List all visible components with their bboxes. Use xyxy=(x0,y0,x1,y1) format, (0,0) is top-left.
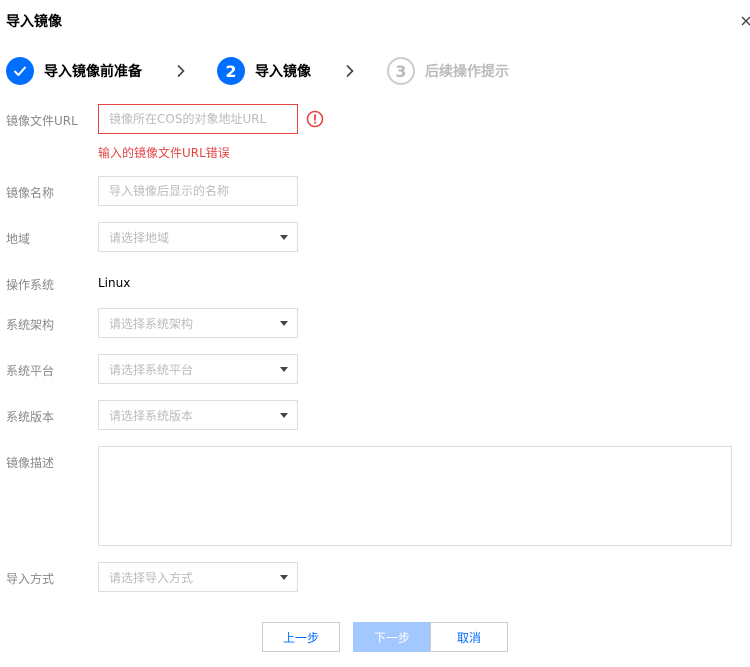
version-select[interactable]: 请选择系统版本 xyxy=(98,400,298,430)
platform-select-placeholder: 请选择系统平台 xyxy=(109,362,194,377)
description-label: 镜像描述 xyxy=(6,456,55,470)
caret-down-icon xyxy=(280,413,288,418)
os-value: Linux xyxy=(98,276,131,290)
image-url-input[interactable] xyxy=(99,105,297,133)
platform-label: 系统平台 xyxy=(6,364,55,378)
caret-down-icon xyxy=(280,235,288,240)
import-method-select-placeholder: 请选择导入方式 xyxy=(109,570,194,585)
chevron-right-icon xyxy=(346,64,354,78)
step-3-number: 3 xyxy=(387,57,415,85)
region-label: 地域 xyxy=(6,232,31,246)
os-label: 操作系统 xyxy=(6,278,55,292)
caret-down-icon xyxy=(280,321,288,326)
version-label: 系统版本 xyxy=(6,410,55,424)
arch-label: 系统架构 xyxy=(6,318,55,332)
step-2-label: 导入镜像 xyxy=(255,64,311,80)
next-step-button[interactable]: 下一步 xyxy=(353,622,431,652)
import-method-select[interactable]: 请选择导入方式 xyxy=(98,562,298,592)
step-3-label: 后续操作提示 xyxy=(425,64,509,80)
region-select[interactable]: 请选择地域 xyxy=(98,222,298,252)
caret-down-icon xyxy=(280,367,288,372)
step-2: 2 导入镜像 xyxy=(217,56,311,86)
image-name-field xyxy=(98,176,298,206)
check-icon xyxy=(6,57,34,85)
platform-select[interactable]: 请选择系统平台 xyxy=(98,354,298,384)
import-method-label: 导入方式 xyxy=(6,572,55,586)
image-name-label: 镜像名称 xyxy=(6,186,55,200)
chevron-right-icon xyxy=(177,64,185,78)
step-3: 3 后续操作提示 xyxy=(387,56,509,86)
image-url-field xyxy=(98,104,298,134)
step-1: 导入镜像前准备 xyxy=(6,56,142,86)
step-1-label: 导入镜像前准备 xyxy=(44,64,142,80)
step-indicator: 导入镜像前准备 2 导入镜像 3 后续操作提示 xyxy=(6,56,746,86)
image-url-label: 镜像文件URL xyxy=(6,114,78,128)
arch-select[interactable]: 请选择系统架构 xyxy=(98,308,298,338)
exclamation-circle-icon xyxy=(306,110,324,128)
image-url-error-message: 输入的镜像文件URL错误 xyxy=(98,146,230,160)
region-select-placeholder: 请选择地域 xyxy=(109,230,170,245)
caret-down-icon xyxy=(280,575,288,580)
version-select-placeholder: 请选择系统版本 xyxy=(109,408,194,423)
description-textarea[interactable] xyxy=(98,446,732,546)
prev-step-button[interactable]: 上一步 xyxy=(262,622,340,652)
image-name-input[interactable] xyxy=(99,177,297,205)
dialog-title: 导入镜像 xyxy=(6,14,62,30)
cancel-button[interactable]: 取消 xyxy=(430,622,508,652)
step-2-number: 2 xyxy=(217,57,245,85)
arch-select-placeholder: 请选择系统架构 xyxy=(109,316,194,331)
close-icon[interactable] xyxy=(741,16,750,26)
